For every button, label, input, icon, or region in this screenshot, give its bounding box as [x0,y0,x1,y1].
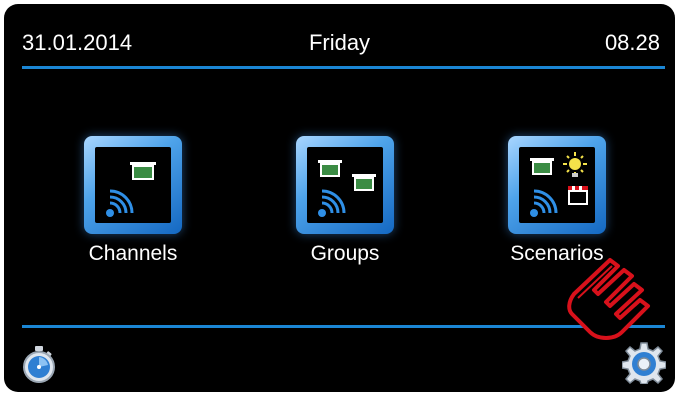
sun-icon [563,152,587,177]
groups-button[interactable] [296,136,394,234]
scenarios-icon [530,152,588,217]
status-bar: 31.01.2014 Friday 08.28 [4,4,675,68]
channels-label[interactable]: Channels [53,242,213,266]
channels-icon [106,162,156,217]
day-display: Friday [308,30,371,55]
header-divider [22,66,665,69]
channels-button[interactable] [84,136,182,234]
awning-icon [568,186,588,205]
groups-icon [318,160,376,217]
stopwatch-icon[interactable] [20,344,58,389]
groups-label[interactable]: Groups [265,242,425,266]
scenarios-button[interactable] [508,136,606,234]
hand-pointer-icon [564,252,656,347]
main-screen: 31.01.2014 Friday 08.28 Channels Groups … [4,4,675,392]
time-display: 08.28 [604,30,660,55]
gear-icon[interactable] [621,340,667,389]
